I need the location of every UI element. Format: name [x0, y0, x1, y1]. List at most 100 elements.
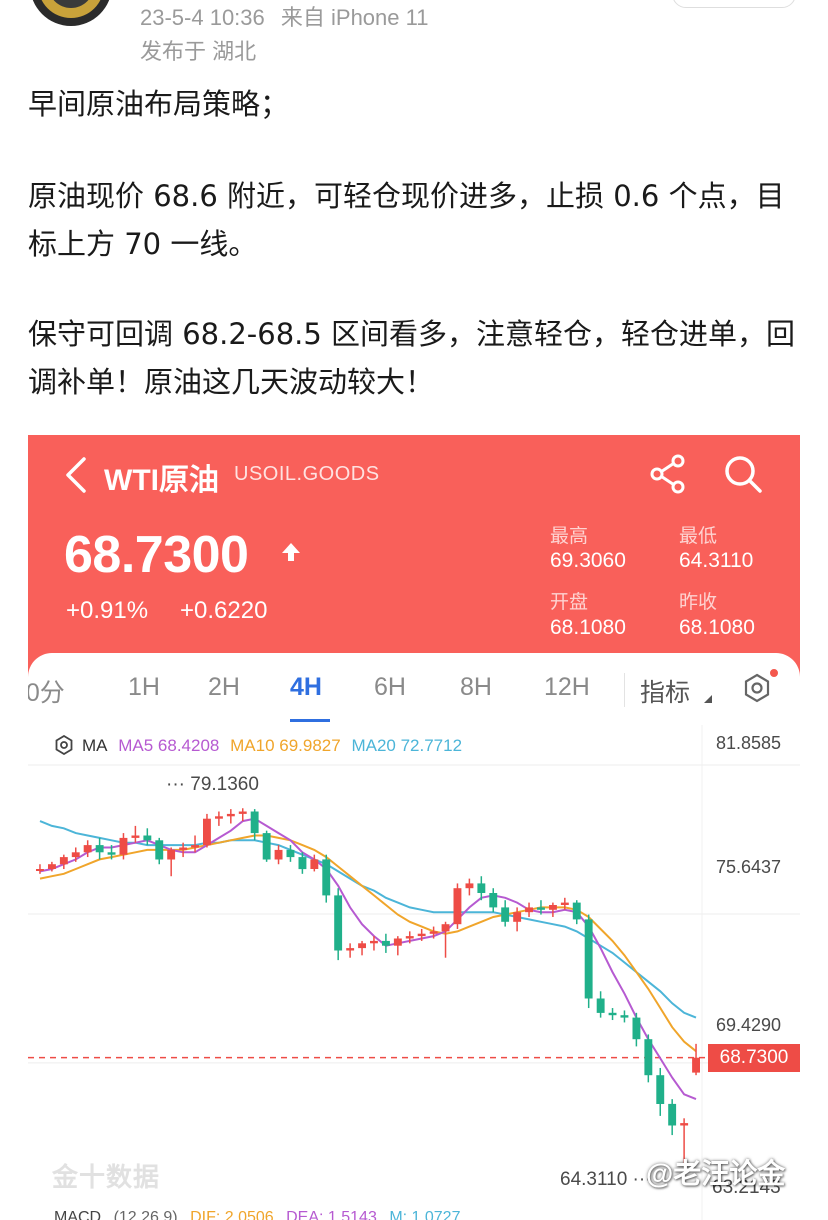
- ma-label: MA: [82, 736, 108, 755]
- macd-dif: DIF: 2.0506: [190, 1209, 274, 1220]
- candle-body: [191, 845, 199, 848]
- candle-body: [370, 940, 378, 944]
- candle-body: [59, 857, 68, 865]
- y-axis-label: 69.4290: [716, 1015, 782, 1035]
- tab-divider: [624, 673, 625, 707]
- candle-body: [453, 888, 462, 925]
- stat-low-value: 64.3110: [679, 549, 754, 572]
- candle-body: [155, 840, 164, 860]
- candle-body: [656, 1075, 665, 1104]
- candle-body: [680, 1123, 689, 1126]
- tab-6h[interactable]: 6H: [374, 673, 406, 702]
- post-source: 来自 iPhone 11: [280, 5, 429, 30]
- candle-body: [310, 859, 319, 869]
- low-marker-label: 64.3110 ···: [560, 1169, 652, 1190]
- share-icon[interactable]: [648, 453, 688, 495]
- candle-body: [238, 811, 247, 814]
- macd-params: (12,26,9): [113, 1209, 178, 1220]
- candle-body: [107, 852, 116, 855]
- high-marker-value: 79.1360: [190, 774, 259, 795]
- embedded-quote-screenshot[interactable]: WTI原油 USOIL.GOODS 68.7300 +0.91% +0.6220…: [28, 435, 800, 1220]
- post-timestamp: 23-5-4 10:36: [140, 5, 265, 30]
- tab-4h[interactable]: 4H: [290, 673, 322, 702]
- author-avatar[interactable]: [30, 0, 112, 26]
- candle-body: [322, 859, 331, 896]
- stat-prev-close-label: 昨收: [679, 592, 718, 613]
- candle-body: [405, 936, 414, 939]
- source-watermark: @老汪论金: [646, 1158, 786, 1189]
- macd-label[interactable]: MACD: [54, 1209, 101, 1220]
- stat-open-value: 68.1080: [550, 616, 626, 639]
- candle-body: [346, 948, 355, 951]
- candle-body: [167, 849, 176, 860]
- candle-body: [465, 883, 474, 889]
- gear-icon[interactable]: [54, 735, 74, 755]
- candle-body: [298, 857, 307, 870]
- post-paragraph: 保守可回调 68.2-68.5 区间看多，注意轻仓，轻仓进单，回调补单！原油这几…: [28, 317, 796, 399]
- candle-body: [119, 837, 128, 855]
- chart-watermark: 金十数据: [52, 1162, 161, 1192]
- candle-body: [250, 811, 259, 834]
- instrument-code: USOIL.GOODS: [234, 463, 380, 485]
- y-axis-label: 75.6437: [716, 857, 782, 877]
- ma10-value: MA10 69.9827: [230, 736, 341, 755]
- candle-body: [262, 833, 271, 860]
- macd-legend: MACD (12,26,9) DIF: 2.0506 DEA: 1.5143 M…: [54, 1209, 468, 1220]
- macd-m: M: 1.0727: [389, 1209, 461, 1220]
- back-icon[interactable]: [60, 455, 94, 495]
- kline-chart[interactable]: MA MA5 68.4208 MA10 69.9827 MA20 72.7712…: [28, 725, 800, 1220]
- tab-2h[interactable]: 2H: [208, 673, 240, 702]
- candle-body: [143, 835, 152, 841]
- tab-12h[interactable]: 12H: [544, 673, 590, 702]
- candle-body: [572, 902, 581, 920]
- candle-body: [513, 912, 522, 922]
- candle-body: [48, 864, 56, 869]
- candle-body: [83, 845, 92, 853]
- candle-body: [358, 943, 366, 949]
- candle-body: [131, 835, 140, 838]
- kline-chart-svg: [28, 725, 800, 1220]
- candle-body: [203, 818, 211, 846]
- post-paragraph: 早间原油布局策略；: [28, 87, 290, 121]
- change-percent: +0.91%: [66, 597, 149, 624]
- candle-body: [71, 852, 80, 858]
- change-absolute: +0.6220: [180, 597, 268, 624]
- stat-high-label: 最高: [550, 526, 589, 547]
- active-tab-indicator: [290, 719, 330, 722]
- candle-body: [382, 940, 390, 946]
- ma5-value: MA5 68.4208: [118, 736, 220, 755]
- notification-dot: [768, 667, 780, 679]
- app-header: WTI原油 USOIL.GOODS: [28, 435, 800, 515]
- candle-body: [584, 919, 593, 999]
- tab-30m[interactable]: 30分: [28, 673, 65, 709]
- settings-icon[interactable]: [742, 673, 772, 703]
- stat-prev-close-value: 68.1080: [679, 616, 755, 639]
- candle-body: [95, 845, 104, 853]
- y-axis-label: 81.8585: [716, 733, 782, 753]
- candle-body: [501, 907, 510, 922]
- candle-body: [537, 907, 545, 910]
- post-location: 发布于 湖北: [140, 39, 257, 64]
- macd-dea: DEA: 1.5143: [286, 1209, 377, 1220]
- stat-open-label: 开盘: [550, 592, 589, 613]
- candle-body: [334, 895, 343, 951]
- candle-body: [179, 847, 188, 850]
- candle-body: [36, 869, 44, 871]
- tab-1h[interactable]: 1H: [128, 673, 160, 702]
- dropdown-icon: [704, 695, 712, 703]
- candle-body: [226, 813, 235, 817]
- indicator-menu[interactable]: 指标: [640, 673, 690, 709]
- candle-body: [286, 849, 295, 858]
- candle-body: [525, 907, 533, 913]
- candle-body: [560, 902, 569, 905]
- candle-body: [393, 938, 402, 946]
- candle-body: [596, 998, 605, 1013]
- low-marker-value: 64.3110: [560, 1169, 628, 1190]
- price-up-arrow-icon: [282, 543, 300, 561]
- follow-button[interactable]: [672, 0, 796, 8]
- ma20-value: MA20 72.7712: [351, 736, 463, 755]
- candle-body: [549, 905, 557, 910]
- tab-8h[interactable]: 8H: [460, 673, 492, 702]
- search-icon[interactable]: [722, 453, 764, 495]
- stat-high-value: 69.3060: [550, 549, 626, 572]
